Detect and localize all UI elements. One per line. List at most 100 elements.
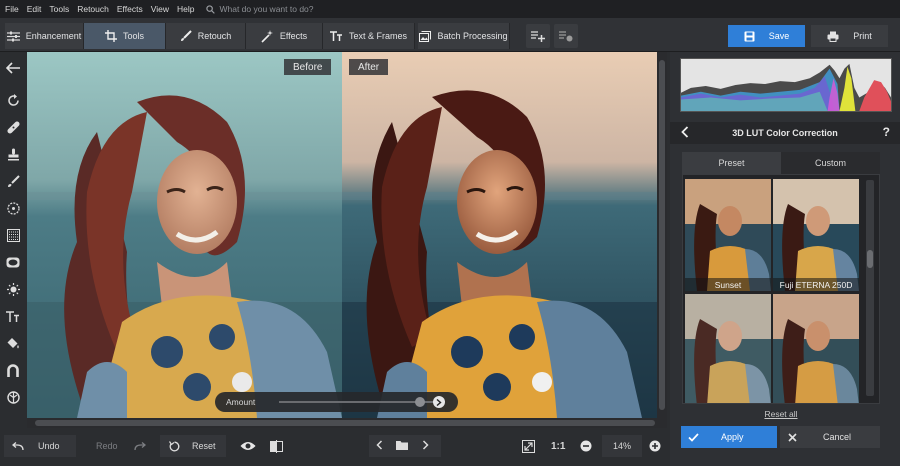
menu-file[interactable]: File xyxy=(5,4,19,14)
magnet-tool[interactable] xyxy=(4,361,22,379)
shield-mask-icon xyxy=(6,390,20,404)
histogram xyxy=(680,58,892,112)
menu-bar: File Edit Tools Retouch Effects View Hel… xyxy=(0,0,900,18)
vertical-scroll-thumb[interactable] xyxy=(659,60,665,410)
redo-icon xyxy=(133,441,146,450)
text-tt-icon xyxy=(6,310,19,322)
fit-to-screen-button[interactable] xyxy=(522,435,538,457)
tab-custom[interactable]: Custom xyxy=(781,152,880,174)
redo-button[interactable]: Redo xyxy=(80,435,152,457)
open-folder-button[interactable] xyxy=(396,440,408,452)
menu-edit[interactable]: Edit xyxy=(27,4,42,14)
cancel-button[interactable]: Cancel xyxy=(780,426,880,448)
save-button[interactable]: Save xyxy=(728,25,805,47)
search-placeholder: What do you want to do? xyxy=(219,4,314,14)
before-label: Before xyxy=(284,59,332,75)
menu-tools[interactable]: Tools xyxy=(49,4,69,14)
before-photo xyxy=(27,52,342,418)
eye-icon xyxy=(240,442,256,450)
preset-thumbnail[interactable]: Sunset xyxy=(685,179,771,291)
folder-icon xyxy=(396,441,408,450)
minus-circle-icon xyxy=(580,440,592,452)
panel-back-button[interactable] xyxy=(681,126,689,140)
vignette-icon xyxy=(6,257,20,267)
amount-knob[interactable] xyxy=(414,397,425,407)
chevron-right-icon xyxy=(436,398,442,406)
fit-screen-icon xyxy=(522,439,535,453)
target-circle-icon xyxy=(6,201,20,215)
help-button[interactable]: ? xyxy=(883,125,890,139)
back-arrow-button[interactable] xyxy=(4,59,22,77)
list-settings-icon xyxy=(559,31,573,42)
healing-tool[interactable] xyxy=(4,118,22,136)
radial-tool[interactable] xyxy=(4,199,22,217)
clone-stamp-tool[interactable] xyxy=(4,145,22,163)
plus-circle-icon xyxy=(649,440,661,452)
preset-thumbnail[interactable] xyxy=(773,294,859,403)
previous-photo-button[interactable] xyxy=(376,440,383,452)
tab-retouch[interactable]: Retouch xyxy=(166,23,246,49)
reset-all-link[interactable]: Reset all xyxy=(670,409,892,419)
menu-help[interactable]: Help xyxy=(177,4,194,14)
manage-filter-button[interactable] xyxy=(554,24,578,48)
gradient-tool[interactable] xyxy=(4,226,22,244)
brush-tool[interactable] xyxy=(4,172,22,190)
batch-icon xyxy=(419,30,432,42)
light-tool[interactable] xyxy=(4,280,22,298)
menu-view[interactable]: View xyxy=(151,4,169,14)
mask-tool[interactable] xyxy=(4,388,22,406)
zoom-in-button[interactable] xyxy=(649,435,663,457)
preset-scroll-thumb[interactable] xyxy=(867,250,873,268)
panel-header: 3D LUT Color Correction ? xyxy=(670,122,900,144)
print-button[interactable]: Print xyxy=(811,25,888,47)
preset-thumbnail[interactable]: Fuji ETERNA 250D xyxy=(773,179,859,291)
next-photo-button[interactable] xyxy=(422,440,429,452)
rotate-icon xyxy=(7,93,19,106)
rotate-tool[interactable] xyxy=(4,91,22,109)
bottom-bar: Undo Redo Reset 1:1 14% xyxy=(0,430,670,466)
add-filter-button[interactable] xyxy=(526,24,550,48)
after-label: After xyxy=(349,59,389,75)
menu-retouch[interactable]: Retouch xyxy=(77,4,109,14)
menu-effects[interactable]: Effects xyxy=(117,4,143,14)
tab-tools[interactable]: Tools xyxy=(84,23,166,49)
amount-apply-button[interactable] xyxy=(433,396,445,408)
sliders-icon xyxy=(6,31,20,41)
navigation-group xyxy=(369,435,441,457)
tab-enhancement[interactable]: Enhancement xyxy=(5,23,84,49)
amount-label: Amount xyxy=(226,397,256,407)
fill-tool[interactable] xyxy=(4,334,22,352)
magic-wand-icon xyxy=(261,29,273,43)
printer-icon xyxy=(827,31,839,42)
undo-button[interactable]: Undo xyxy=(4,435,76,457)
preview-toggle-button[interactable] xyxy=(240,435,260,457)
preset-4-image xyxy=(773,294,859,403)
tab-preset[interactable]: Preset xyxy=(682,152,781,174)
menu-search[interactable]: What do you want to do? xyxy=(206,4,314,14)
horizontal-scrollbar[interactable] xyxy=(27,418,667,428)
zoom-level[interactable]: 14% xyxy=(602,435,642,457)
after-photo xyxy=(342,52,657,418)
vignette-tool[interactable] xyxy=(4,253,22,271)
paint-brush-icon xyxy=(7,174,20,187)
preset-thumbnail[interactable] xyxy=(685,294,771,403)
reset-button[interactable]: Reset xyxy=(160,435,226,457)
tab-effects[interactable]: Effects xyxy=(246,23,323,49)
bandage-icon xyxy=(6,120,20,134)
search-icon xyxy=(206,4,216,14)
vertical-scrollbar[interactable] xyxy=(657,52,667,418)
preset-scrollbar[interactable] xyxy=(866,180,874,396)
left-tool-rail xyxy=(0,52,26,430)
apply-button[interactable]: Apply xyxy=(681,426,777,448)
text-tool[interactable] xyxy=(4,307,22,325)
tab-text-frames[interactable]: Text & Frames xyxy=(323,23,415,49)
undo-icon xyxy=(12,441,24,450)
tab-batch-processing[interactable]: Batch Processing xyxy=(418,23,510,49)
chevron-left-icon xyxy=(681,126,689,138)
actual-size-button[interactable]: 1:1 xyxy=(551,435,569,457)
crop-icon xyxy=(104,30,117,42)
compare-button[interactable] xyxy=(270,435,288,457)
zoom-out-button[interactable] xyxy=(580,435,594,457)
horizontal-scroll-thumb[interactable] xyxy=(35,420,655,426)
photo-canvas[interactable]: Before After xyxy=(27,52,657,418)
